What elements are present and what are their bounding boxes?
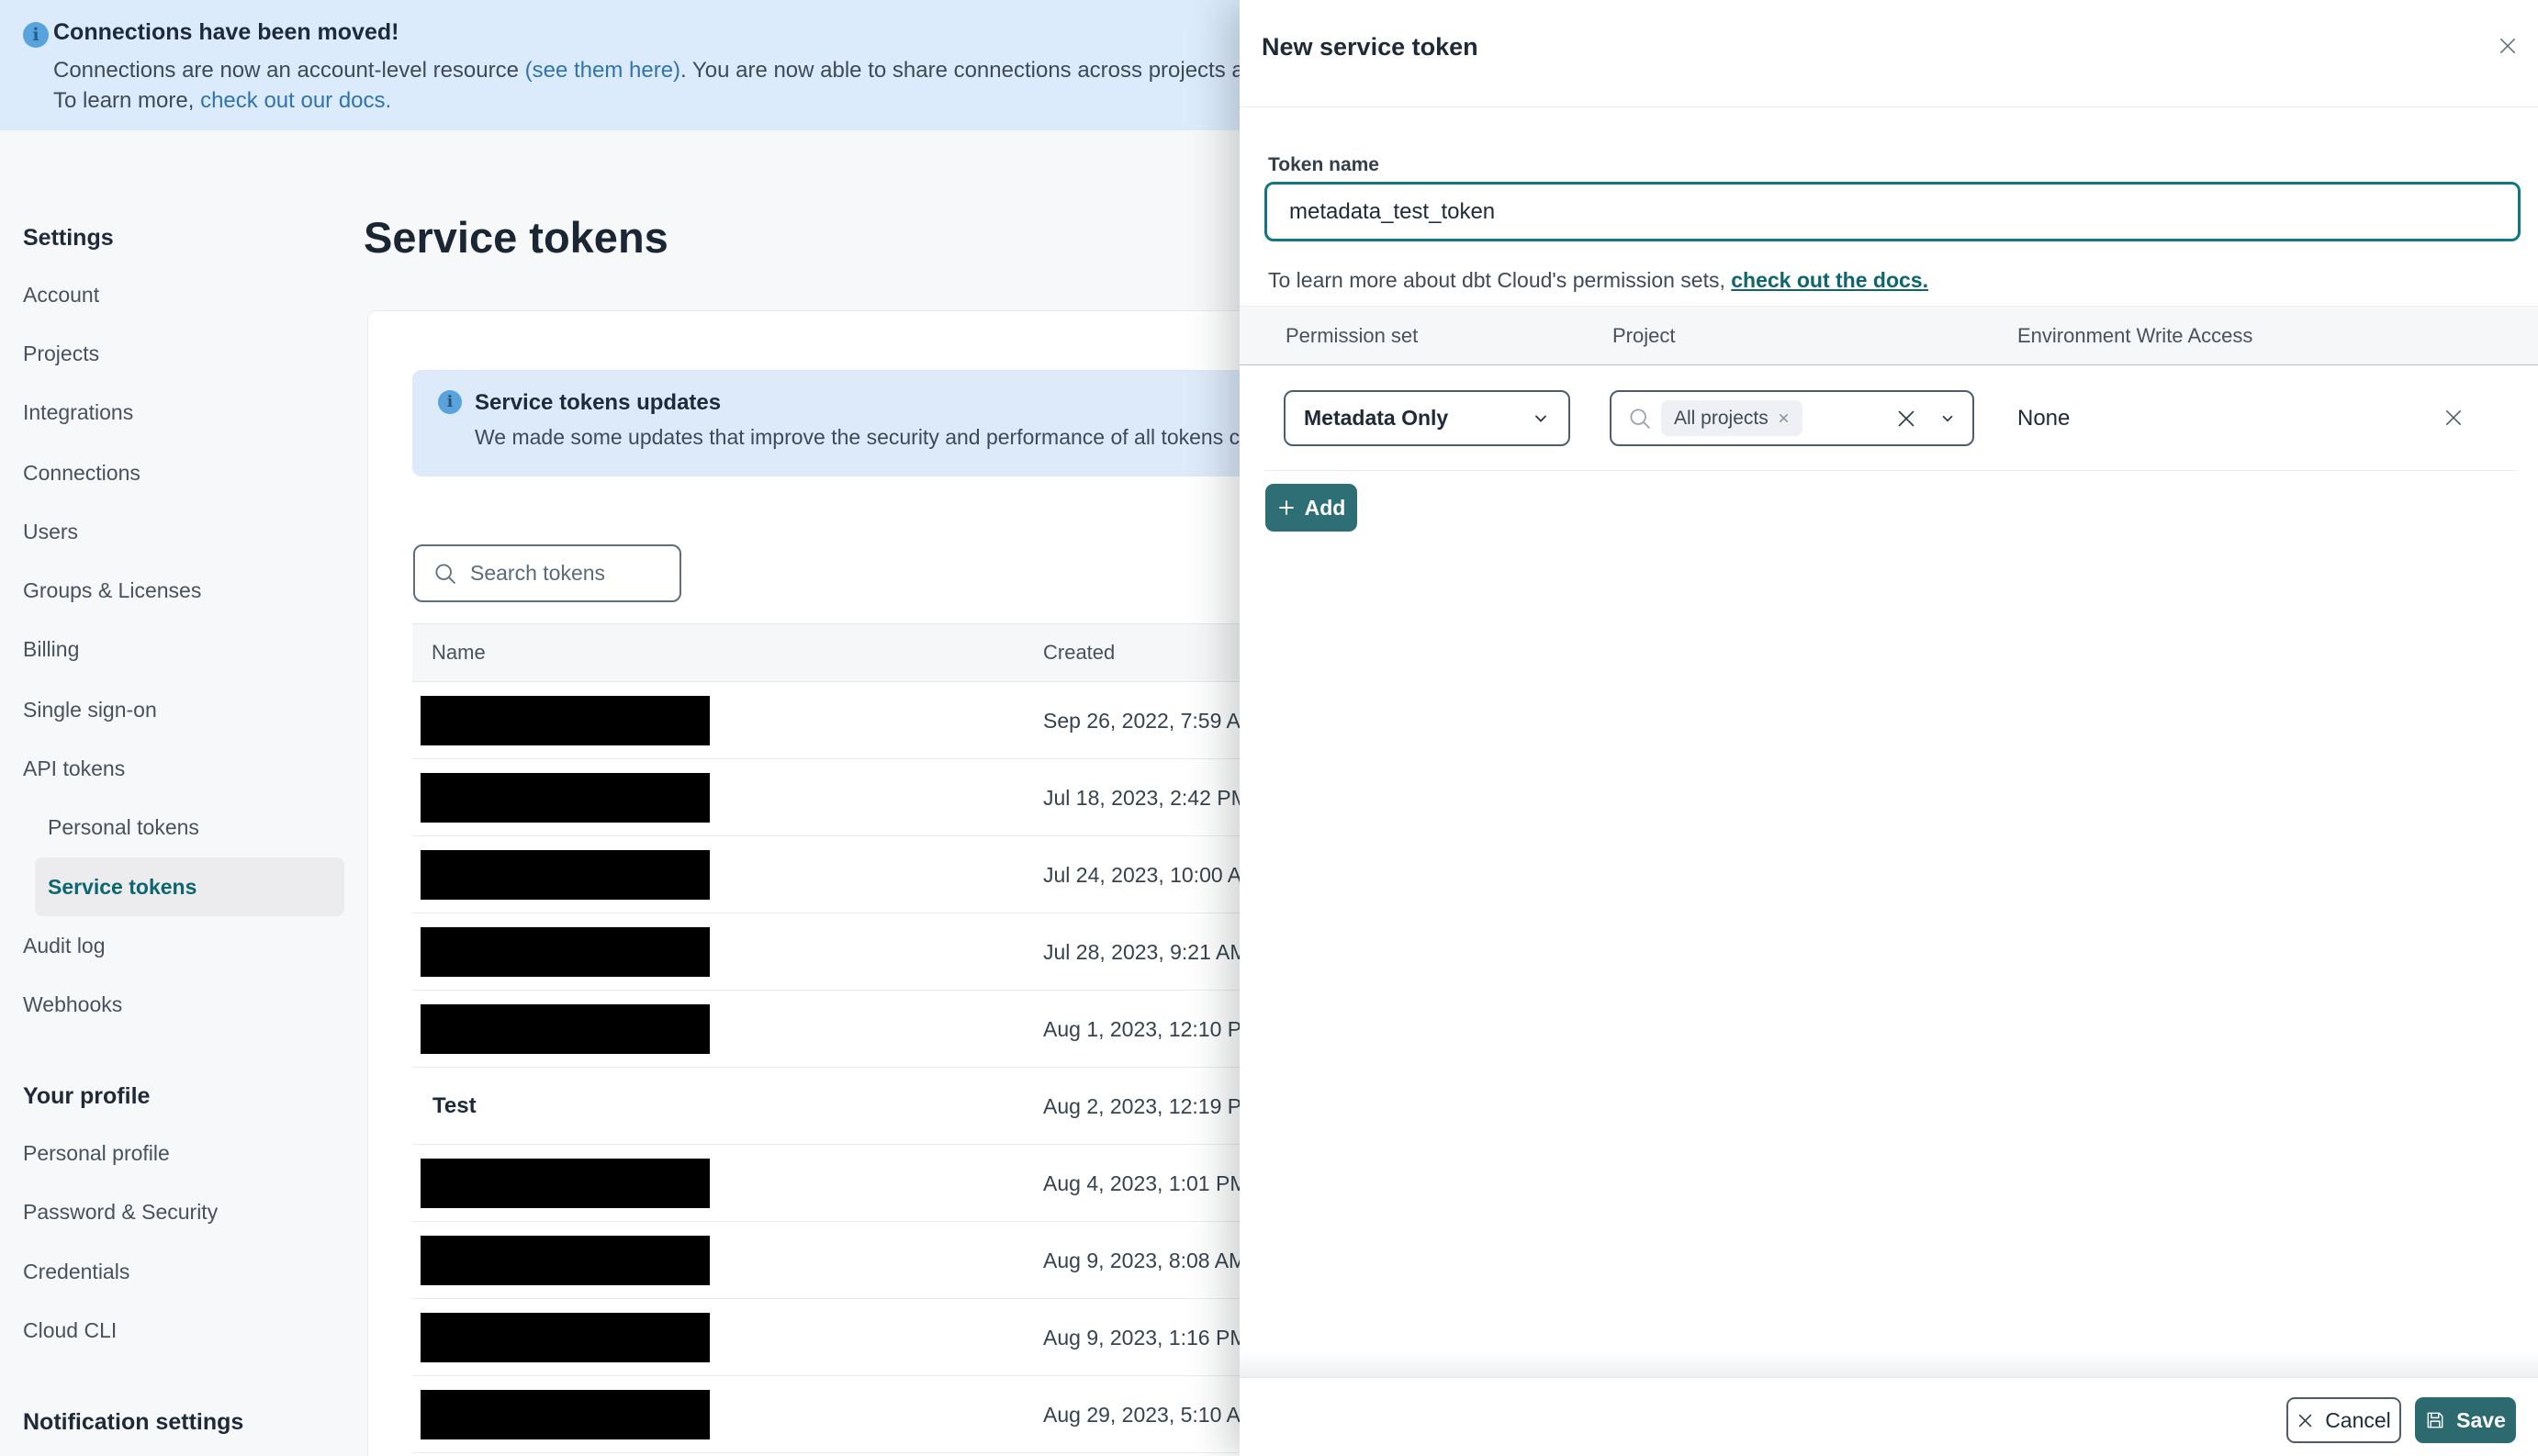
banner-text-line: Connections are now an account-level res… bbox=[53, 58, 1417, 84]
column-header-permission-set: Permission set bbox=[1286, 324, 1419, 347]
save-button-label: Save bbox=[2456, 1407, 2506, 1432]
table-row[interactable]: Sep 26, 2022, 7:59 AM PDT bbox=[412, 682, 1306, 759]
search-icon bbox=[1628, 407, 1652, 431]
banner-title: Connections have been moved! bbox=[53, 19, 399, 45]
see-them-here-link[interactable]: (see them here) bbox=[525, 58, 680, 83]
sidebar-item-webhooks[interactable]: Webhooks bbox=[23, 988, 122, 1021]
sidebar-item-personal-profile[interactable]: Personal profile bbox=[23, 1137, 170, 1170]
sidebar-item-account[interactable]: Account bbox=[23, 278, 99, 311]
permission-set-value: Metadata Only bbox=[1304, 406, 1449, 430]
search-input[interactable] bbox=[470, 561, 645, 586]
check-docs-link[interactable]: check out our docs. bbox=[200, 88, 391, 113]
redacted-token-name bbox=[421, 927, 710, 977]
close-icon bbox=[2297, 1412, 2314, 1429]
clear-selection-icon[interactable] bbox=[1895, 408, 1917, 430]
permission-sets-caption: To learn more about dbt Cloud's permissi… bbox=[1268, 268, 1928, 293]
settings-sidebar: Settings Account Projects Integrations C… bbox=[0, 130, 365, 1456]
sidebar-item-service-tokens[interactable]: Service tokens bbox=[35, 857, 344, 916]
new-service-token-panel: New service token Token name To learn mo… bbox=[1240, 0, 2538, 1456]
info-icon: i bbox=[23, 22, 49, 48]
redacted-token-name bbox=[421, 1159, 710, 1208]
remove-row-icon[interactable] bbox=[2441, 405, 2466, 431]
save-button[interactable]: Save bbox=[2415, 1397, 2516, 1443]
chevron-down-icon[interactable] bbox=[1939, 410, 1956, 427]
tokens-table-header: Name Created bbox=[412, 623, 1296, 682]
permissions-table-header: Permission set Project Environment Write… bbox=[1240, 306, 2538, 365]
table-row[interactable]: Jul 28, 2023, 9:21 AM PDT bbox=[412, 913, 1296, 991]
infobox-title: Service tokens updates bbox=[475, 390, 722, 415]
search-tokens-box[interactable] bbox=[413, 544, 681, 602]
service-tokens-card: i Service tokens updates We made some up… bbox=[367, 310, 1308, 1456]
save-disk-icon bbox=[2425, 1410, 2445, 1430]
panel-title: New service token bbox=[1262, 33, 1478, 61]
redacted-token-name bbox=[421, 696, 710, 745]
chevron-down-icon bbox=[1532, 409, 1550, 428]
cancel-button[interactable]: Cancel bbox=[2286, 1397, 2401, 1443]
redacted-token-name bbox=[421, 1236, 710, 1285]
table-row[interactable]: Aug 4, 2023, 1:01 PM PDT bbox=[412, 1145, 1296, 1222]
column-header-name: Name bbox=[432, 641, 486, 664]
sidebar-item-billing[interactable]: Billing bbox=[23, 633, 79, 666]
sidebar-item-users[interactable]: Users bbox=[23, 515, 78, 548]
token-name-label: Token name bbox=[1268, 154, 1379, 175]
page-title: Service tokens bbox=[364, 213, 668, 262]
project-multiselect[interactable]: All projects bbox=[1610, 390, 1974, 446]
banner-text: To learn more, bbox=[53, 88, 201, 113]
tokens-table-body: Sep 26, 2022, 7:59 AM PDT Jul 18, 2023, … bbox=[412, 682, 1308, 1453]
caption-text: To learn more about dbt Cloud's permissi… bbox=[1268, 268, 1732, 292]
token-name-input[interactable] bbox=[1264, 182, 2521, 241]
redacted-token-name bbox=[421, 1313, 710, 1362]
infobox-body: We made some updates that improve the se… bbox=[475, 425, 1300, 449]
banner-text-line: To learn more, check out our docs. bbox=[53, 88, 391, 114]
table-row[interactable]: Aug 9, 2023, 1:16 PM PDT bbox=[412, 1299, 1296, 1376]
divider bbox=[1240, 1377, 2538, 1378]
sidebar-item-cloud-cli[interactable]: Cloud CLI bbox=[23, 1314, 117, 1347]
token-name: Test bbox=[432, 1093, 477, 1118]
info-icon: i bbox=[438, 390, 462, 414]
chip-label: All projects bbox=[1674, 407, 1769, 429]
divider bbox=[1240, 106, 2538, 107]
plus-icon bbox=[1277, 498, 1296, 517]
table-row[interactable]: Aug 1, 2023, 12:10 PM PDT bbox=[412, 991, 1308, 1068]
search-icon bbox=[433, 562, 457, 586]
table-row-test[interactable]: Test Aug 2, 2023, 12:19 PM PDT bbox=[412, 1068, 1308, 1145]
sidebar-item-credentials[interactable]: Credentials bbox=[23, 1255, 129, 1288]
service-tokens-updates-infobox: i Service tokens updates We made some up… bbox=[412, 370, 1299, 476]
redacted-token-name bbox=[421, 1004, 710, 1054]
sidebar-item-audit-log[interactable]: Audit log bbox=[23, 929, 106, 962]
footer-shadow bbox=[1240, 1350, 2538, 1377]
sidebar-item-projects[interactable]: Projects bbox=[23, 337, 99, 370]
add-button-label: Add bbox=[1304, 495, 1346, 520]
sidebar-item-password-security[interactable]: Password & Security bbox=[23, 1195, 218, 1228]
divider bbox=[1264, 470, 2517, 471]
table-row[interactable]: Aug 9, 2023, 8:08 AM PDT bbox=[412, 1222, 1296, 1299]
sidebar-item-single-sign-on[interactable]: Single sign-on bbox=[23, 693, 157, 726]
column-header-created: Created bbox=[1043, 641, 1116, 664]
column-header-project: Project bbox=[1612, 324, 1676, 347]
table-row[interactable]: Aug 29, 2023, 5:10 AM PDT bbox=[412, 1376, 1306, 1453]
sidebar-item-groups-licenses[interactable]: Groups & Licenses bbox=[23, 574, 201, 607]
sidebar-item-integrations[interactable]: Integrations bbox=[23, 396, 133, 429]
all-projects-chip[interactable]: All projects bbox=[1661, 400, 1802, 436]
cancel-button-label: Cancel bbox=[2325, 1407, 2391, 1432]
env-write-access-value: None bbox=[2017, 406, 2071, 431]
banner-text: Connections are now an account-level res… bbox=[53, 58, 525, 83]
table-row[interactable]: Jul 18, 2023, 2:42 PM PDT bbox=[412, 759, 1297, 836]
redacted-token-name bbox=[421, 1390, 710, 1439]
permission-set-select[interactable]: Metadata Only bbox=[1284, 390, 1570, 446]
redacted-token-name bbox=[421, 773, 710, 823]
sidebar-heading-notification-settings: Notification settings bbox=[23, 1409, 244, 1435]
sidebar-item-api-tokens[interactable]: API tokens bbox=[23, 752, 125, 785]
check-out-docs-link[interactable]: check out the docs. bbox=[1731, 268, 1928, 292]
sidebar-item-connections[interactable]: Connections bbox=[23, 456, 140, 489]
sidebar-item-personal-tokens[interactable]: Personal tokens bbox=[48, 811, 199, 844]
close-icon[interactable] bbox=[2492, 30, 2523, 62]
sidebar-heading-your-profile: Your profile bbox=[23, 1083, 151, 1109]
table-row[interactable]: Jul 24, 2023, 10:00 AM PDT bbox=[412, 836, 1308, 913]
sidebar-heading-settings: Settings bbox=[23, 225, 114, 251]
column-header-env-write-access: Environment Write Access bbox=[2017, 324, 2253, 347]
redacted-token-name bbox=[421, 850, 710, 900]
add-permission-button[interactable]: Add bbox=[1265, 484, 1357, 532]
chip-remove-icon[interactable] bbox=[1778, 412, 1790, 424]
